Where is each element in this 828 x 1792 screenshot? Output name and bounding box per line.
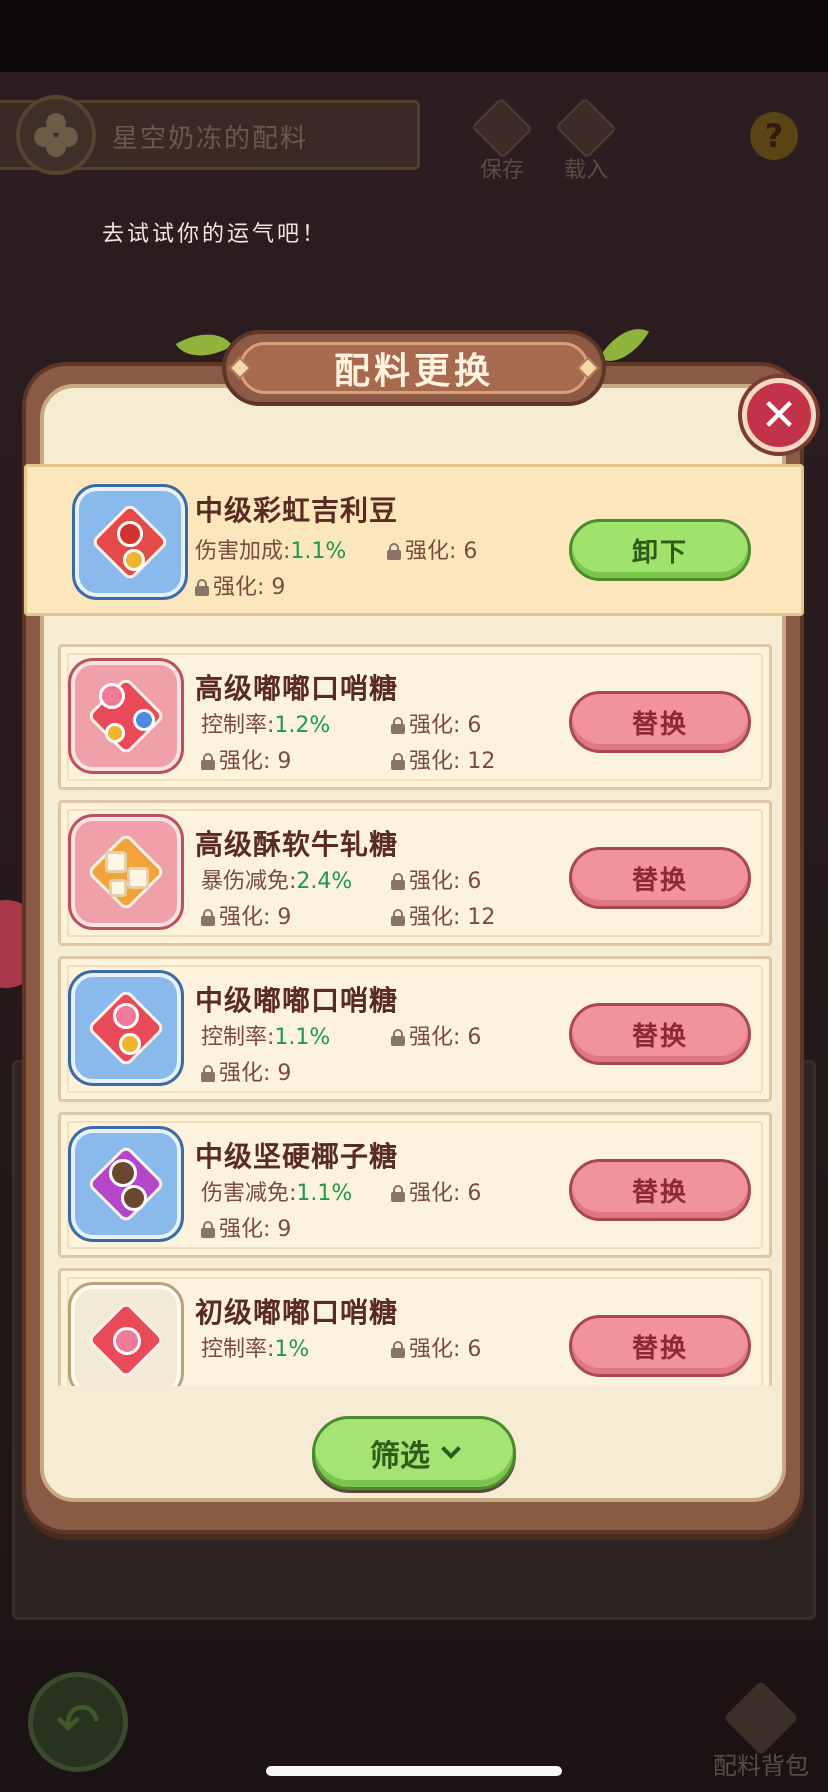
luck-tip-text: 去试试你的运气吧！ [102,222,328,247]
list-item: 初级嘟嘟口哨糖 控制率:1% 强化: 6 替换 [58,1268,772,1386]
whistle-candy-icon [71,1285,181,1386]
lock-icon [195,579,209,596]
replace-button[interactable]: 替换 [569,1003,751,1065]
lock-icon [391,753,405,770]
popup-title-plate: 配料更换 [222,330,606,406]
replace-button[interactable]: 替换 [569,691,751,753]
lock-requirement: 强化: 12 [391,743,495,775]
load-button[interactable]: 载入 [550,97,622,183]
list-item: 中级坚硬椰子糖 伤害减免:1.1% 强化: 6 强化: 9 替换 [58,1112,772,1258]
help-icon[interactable]: ? [750,112,798,160]
lock-icon [391,1185,405,1202]
whistle-candy-icon [71,661,181,771]
ingredient-list[interactable]: 高级嘟嘟口哨糖 控制率:1.2% 强化: 6 强化: 9 强化: 12 替换 高… [58,640,772,1386]
item-name: 中级坚硬椰子糖 [195,1140,399,1173]
equipped-item-card: 中级彩虹吉利豆 伤害加成:1.1% 强化: 6 强化: 9 卸下 [24,464,804,616]
ingredient-bag-button[interactable]: 配料背包 [706,1680,816,1781]
back-arrow-icon: ↶ [55,1690,101,1754]
list-item: 高级嘟嘟口哨糖 控制率:1.2% 强化: 6 强化: 9 强化: 12 替换 [58,644,772,790]
lock-icon [391,909,405,926]
coconut-candy-icon [71,1129,181,1239]
equipped-item-name: 中级彩虹吉利豆 [195,494,399,527]
bag-icon [723,1680,799,1756]
lock-icon [387,543,401,560]
lock-requirement: 强化: 12 [391,899,495,931]
whistle-candy-icon [71,973,181,1083]
filter-label: 筛选 [370,1439,430,1474]
item-stat: 伤害减免:1.1% [201,1181,353,1206]
lock-requirement: 强化: 6 [391,707,481,739]
home-indicator[interactable] [266,1766,562,1776]
lock-icon [391,873,405,890]
item-name: 高级酥软牛轧糖 [195,828,399,861]
stat-label: 伤害加成: [195,539,291,564]
item-stat: 控制率:1% [201,1337,310,1362]
lock-requirement: 强化: 6 [391,1019,481,1051]
chevron-down-icon [441,1439,461,1459]
lock-icon [201,909,215,926]
lock-icon [391,1341,405,1358]
item-stat: 控制率:1.2% [201,713,331,738]
item-stat: 暴伤减免:2.4% [201,869,353,894]
replace-button[interactable]: 替换 [569,847,751,909]
lock-requirement: 强化: 6 [391,1331,481,1363]
list-item: 高级酥软牛轧糖 暴伤减免:2.4% 强化: 6 强化: 9 强化: 12 替换 [58,800,772,946]
page-title: 星空奶冻的配料 [112,124,309,154]
lock-requirement: 强化: 6 [391,863,481,895]
replace-button[interactable]: 替换 [569,1159,751,1221]
lock-requirement: 强化: 9 [201,1211,291,1243]
back-button[interactable]: ↶ [28,1672,128,1772]
upload-icon [555,97,617,159]
lock-icon [201,1065,215,1082]
item-name: 高级嘟嘟口哨糖 [195,672,399,705]
equipped-item-stat: 伤害加成:1.1% [195,533,346,565]
rainbow-jelly-bean-icon [75,487,185,597]
close-button[interactable]: ✕ [742,378,816,452]
unequip-button[interactable]: 卸下 [569,519,751,581]
lock-requirement: 强化: 6 [387,533,477,565]
item-stat: 控制率:1.1% [201,1025,331,1050]
stat-value: 1.1% [290,539,347,564]
replace-button[interactable]: 替换 [569,1315,751,1377]
save-button[interactable]: 保存 [466,97,538,183]
item-name: 中级嘟嘟口哨糖 [195,984,399,1017]
lock-icon [201,753,215,770]
lock-requirement: 强化: 9 [201,1055,291,1087]
download-icon [471,97,533,159]
lock-requirement: 强化: 9 [201,743,291,775]
close-icon: ✕ [760,389,798,441]
list-item: 中级嘟嘟口哨糖 控制率:1.1% 强化: 6 强化: 9 替换 [58,956,772,1102]
lock-requirement: 强化: 9 [201,899,291,931]
lock-requirement: 强化: 9 [195,569,285,601]
item-name: 初级嘟嘟口哨糖 [195,1296,399,1329]
nougat-candy-icon [71,817,181,927]
lock-icon [201,1221,215,1238]
lock-requirement: 强化: 6 [391,1175,481,1207]
status-bar-area [0,0,828,72]
lock-icon [391,717,405,734]
popup-title: 配料更换 [333,351,494,392]
clover-badge-icon [16,95,96,175]
lock-icon [391,1029,405,1046]
filter-button[interactable]: 筛选 [312,1416,516,1490]
